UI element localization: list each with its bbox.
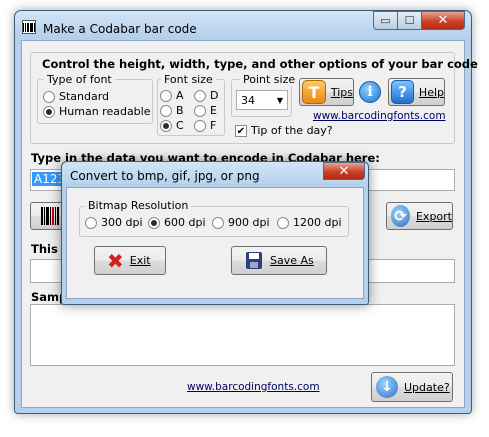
point-size-select[interactable]: 34 ▼ <box>236 90 288 110</box>
resolution-group-title: Bitmap Resolution <box>85 199 192 212</box>
footer-website-link[interactable]: www.barcodingfonts.com <box>187 381 320 393</box>
font-size-e-label: E <box>210 104 217 117</box>
export-button[interactable]: ⟳ Export <box>386 202 453 230</box>
website-link[interactable]: www.barcodingfonts.com <box>313 110 446 122</box>
resolution-600-label: 600 dpi <box>164 216 206 229</box>
resolution-900-radio[interactable] <box>212 217 224 229</box>
help-icon: ? <box>391 80 414 104</box>
minimize-button[interactable]: ▭ <box>373 11 398 30</box>
tips-button[interactable]: T Tips <box>299 78 354 106</box>
dialog-close-button[interactable]: ✕ <box>323 162 365 180</box>
barcode-app-icon <box>22 20 36 34</box>
export-label: Export <box>415 209 452 223</box>
checkmark-icon: ✔ <box>236 126 246 137</box>
font-size-title: Font size <box>161 73 216 86</box>
refresh-icon: ⟳ <box>391 205 410 227</box>
window-title: Make a Codabar bar code <box>43 22 197 36</box>
help-button[interactable]: ? Help <box>388 78 445 106</box>
font-type-title: Type of font <box>44 73 115 86</box>
font-type-standard-label: Standard <box>59 90 110 103</box>
update-label: Update? <box>404 380 450 394</box>
minimize-icon: ▭ <box>380 14 391 27</box>
font-type-standard-radio[interactable] <box>43 91 55 103</box>
maximize-icon: ☐ <box>404 14 415 27</box>
save-as-label: Save As <box>270 254 314 267</box>
resolution-1200-label: 1200 dpi <box>293 216 342 229</box>
resolution-1200-radio[interactable] <box>277 217 289 229</box>
info-icon[interactable]: i <box>359 81 381 103</box>
dialog-close-icon: ✕ <box>338 163 350 179</box>
font-size-c-radio[interactable] <box>160 120 172 132</box>
maximize-button[interactable]: ☐ <box>397 11 422 30</box>
font-size-f-radio[interactable] <box>194 120 206 132</box>
dialog-title: Convert to bmp, gif, jpg, or png <box>70 169 260 183</box>
download-icon: ↓ <box>376 376 398 398</box>
resolution-600-radio[interactable] <box>148 217 160 229</box>
resolution-900-label: 900 dpi <box>228 216 270 229</box>
save-as-button[interactable]: Save As <box>231 246 327 275</box>
close-icon: ✕ <box>437 13 449 28</box>
font-type-human-readable-radio[interactable] <box>43 106 55 118</box>
options-heading: Control the height, width, type, and oth… <box>42 57 478 71</box>
font-type-human-readable-label: Human readable <box>59 105 151 118</box>
exit-button[interactable]: ✖ Exit <box>94 246 166 275</box>
font-size-f-label: F <box>210 119 217 132</box>
update-button[interactable]: ↓ Update? <box>371 372 453 402</box>
help-label: Help <box>418 85 444 99</box>
sample-preview <box>30 304 455 366</box>
exit-x-icon: ✖ <box>107 248 124 273</box>
floppy-disk-icon <box>246 252 262 269</box>
resolution-300-label: 300 dpi <box>101 216 143 229</box>
font-size-d-radio[interactable] <box>194 90 206 102</box>
barcode-icon <box>41 207 59 225</box>
tips-label: Tips <box>330 85 353 99</box>
tips-icon: T <box>302 80 326 104</box>
tip-of-day-label: Tip of the day? <box>251 124 333 137</box>
font-size-b-radio[interactable] <box>160 105 172 117</box>
resolution-300-radio[interactable] <box>85 217 97 229</box>
point-size-title: Point size <box>240 73 299 86</box>
font-size-e-radio[interactable] <box>194 105 206 117</box>
chevron-down-icon: ▼ <box>276 95 283 105</box>
close-button[interactable]: ✕ <box>421 11 465 30</box>
point-size-value: 34 <box>241 93 255 107</box>
exit-label: Exit <box>129 254 151 267</box>
font-size-d-label: D <box>210 89 219 102</box>
font-size-b-label: B <box>176 104 184 117</box>
font-size-c-label: C <box>176 119 184 132</box>
font-size-a-radio[interactable] <box>160 90 172 102</box>
font-size-a-label: A <box>176 89 184 102</box>
tip-of-day-checkbox[interactable]: ✔ <box>235 125 247 137</box>
